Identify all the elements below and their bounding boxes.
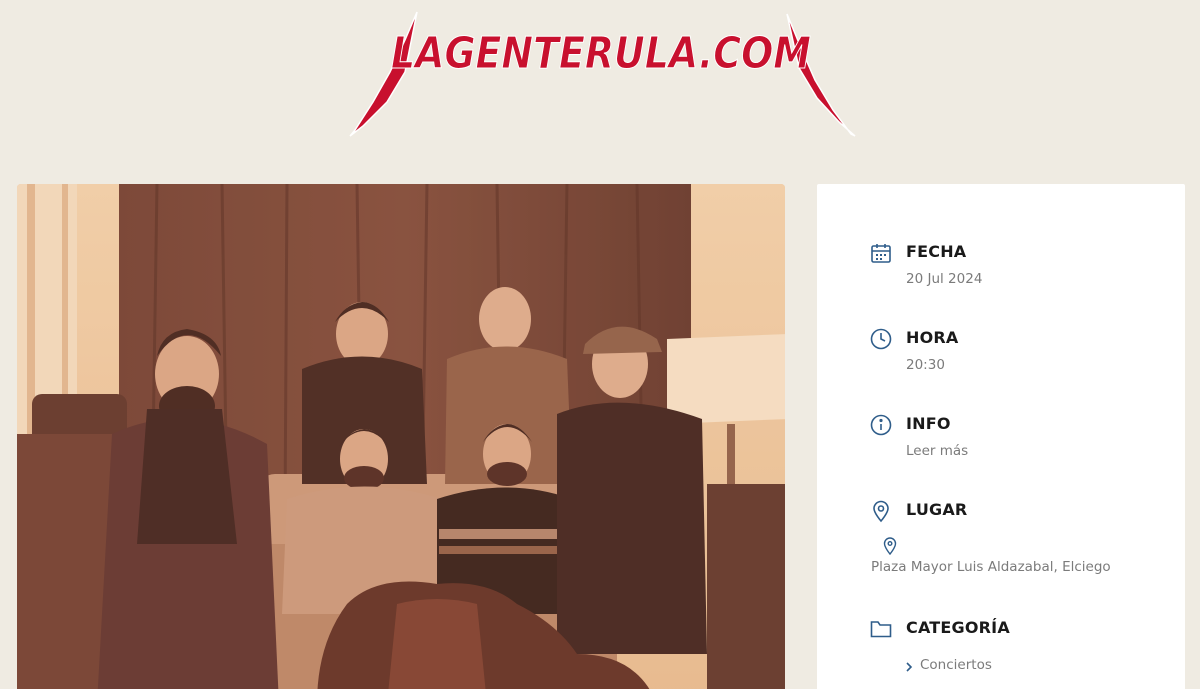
info-icon <box>869 413 893 437</box>
info-item-info: INFO Leer más <box>817 411 1185 471</box>
info-item-date: FECHA 20 Jul 2024 <box>817 239 1185 299</box>
chevron-right-icon <box>904 660 914 672</box>
folder-icon <box>869 617 893 641</box>
read-more-text[interactable]: Leer más <box>906 443 968 459</box>
category-label: CATEGORÍA <box>906 618 1010 637</box>
logo-text: LAGENTERULA.COM <box>391 28 811 79</box>
event-photo <box>17 184 785 689</box>
info-item-place: LUGAR Plaza Mayor Luis Aldazabal, Elcieg… <box>817 497 1185 577</box>
logo-graphic: LAGENTERULA.COM <box>349 11 856 137</box>
event-info-panel: FECHA 20 Jul 2024 HORA 20:30 INFO Leer m… <box>817 184 1185 689</box>
category-link-conciertos[interactable]: Conciertos <box>920 657 992 673</box>
small-location-pin-icon <box>883 537 897 556</box>
site-logo[interactable]: LAGENTERULA.COM <box>345 10 857 140</box>
date-label: FECHA <box>906 242 967 261</box>
band-photo-illustration <box>17 184 785 689</box>
place-label: LUGAR <box>906 500 968 519</box>
location-pin-icon <box>869 499 893 523</box>
page: LAGENTERULA.COM FECHA 20 Jul 2024 HORA 2… <box>0 0 1200 689</box>
time-label: HORA <box>906 328 959 347</box>
read-more-link[interactable]: Leer más <box>906 443 968 459</box>
info-item-time: HORA 20:30 <box>817 325 1185 385</box>
date-value: 20 Jul 2024 <box>906 271 983 287</box>
calendar-icon <box>869 241 893 265</box>
clock-icon <box>869 327 893 351</box>
info-item-category: CATEGORÍA Conciertos <box>817 615 1185 685</box>
info-label: INFO <box>906 414 951 433</box>
place-link[interactable]: Plaza Mayor Luis Aldazabal, Elciego <box>871 559 1111 575</box>
time-value: 20:30 <box>906 357 945 373</box>
